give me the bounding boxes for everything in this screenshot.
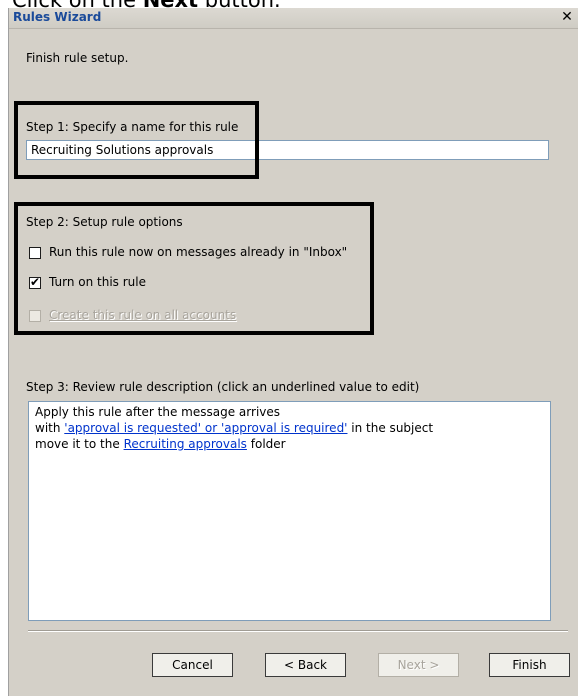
- description-line-1: Apply this rule after the message arrive…: [35, 405, 281, 419]
- description-line-3-suffix: folder: [246, 437, 286, 451]
- description-line-2-suffix: in the subject: [347, 421, 434, 435]
- step2-highlight-frame: [14, 202, 374, 335]
- rules-wizard-dialog: Rules Wizard ✕ Finish rule setup. Step 1…: [8, 8, 578, 696]
- close-icon[interactable]: ✕: [559, 9, 575, 25]
- intro-text: Finish rule setup.: [26, 51, 129, 65]
- step1-highlight-frame: [14, 101, 259, 179]
- window-title: Rules Wizard: [13, 10, 102, 24]
- description-line-2: with 'approval is requested' or 'approva…: [35, 420, 544, 436]
- title-bar: Rules Wizard ✕: [9, 8, 578, 29]
- description-line-3-prefix: move it to the: [35, 437, 124, 451]
- description-line-3: move it to the Recruiting approvals fold…: [35, 436, 544, 452]
- back-button[interactable]: < Back: [265, 653, 346, 677]
- cancel-button[interactable]: Cancel: [152, 653, 233, 677]
- subject-condition-link[interactable]: 'approval is requested' or 'approval is …: [64, 421, 347, 435]
- rule-description-box: Apply this rule after the message arrive…: [28, 401, 551, 621]
- finish-button[interactable]: Finish: [489, 653, 570, 677]
- step3-label: Step 3: Review rule description (click a…: [26, 380, 420, 394]
- description-line-2-prefix: with: [35, 421, 65, 435]
- target-folder-link[interactable]: Recruiting approvals: [124, 437, 247, 451]
- footer-separator: [28, 630, 568, 632]
- next-button[interactable]: Next >: [378, 653, 459, 677]
